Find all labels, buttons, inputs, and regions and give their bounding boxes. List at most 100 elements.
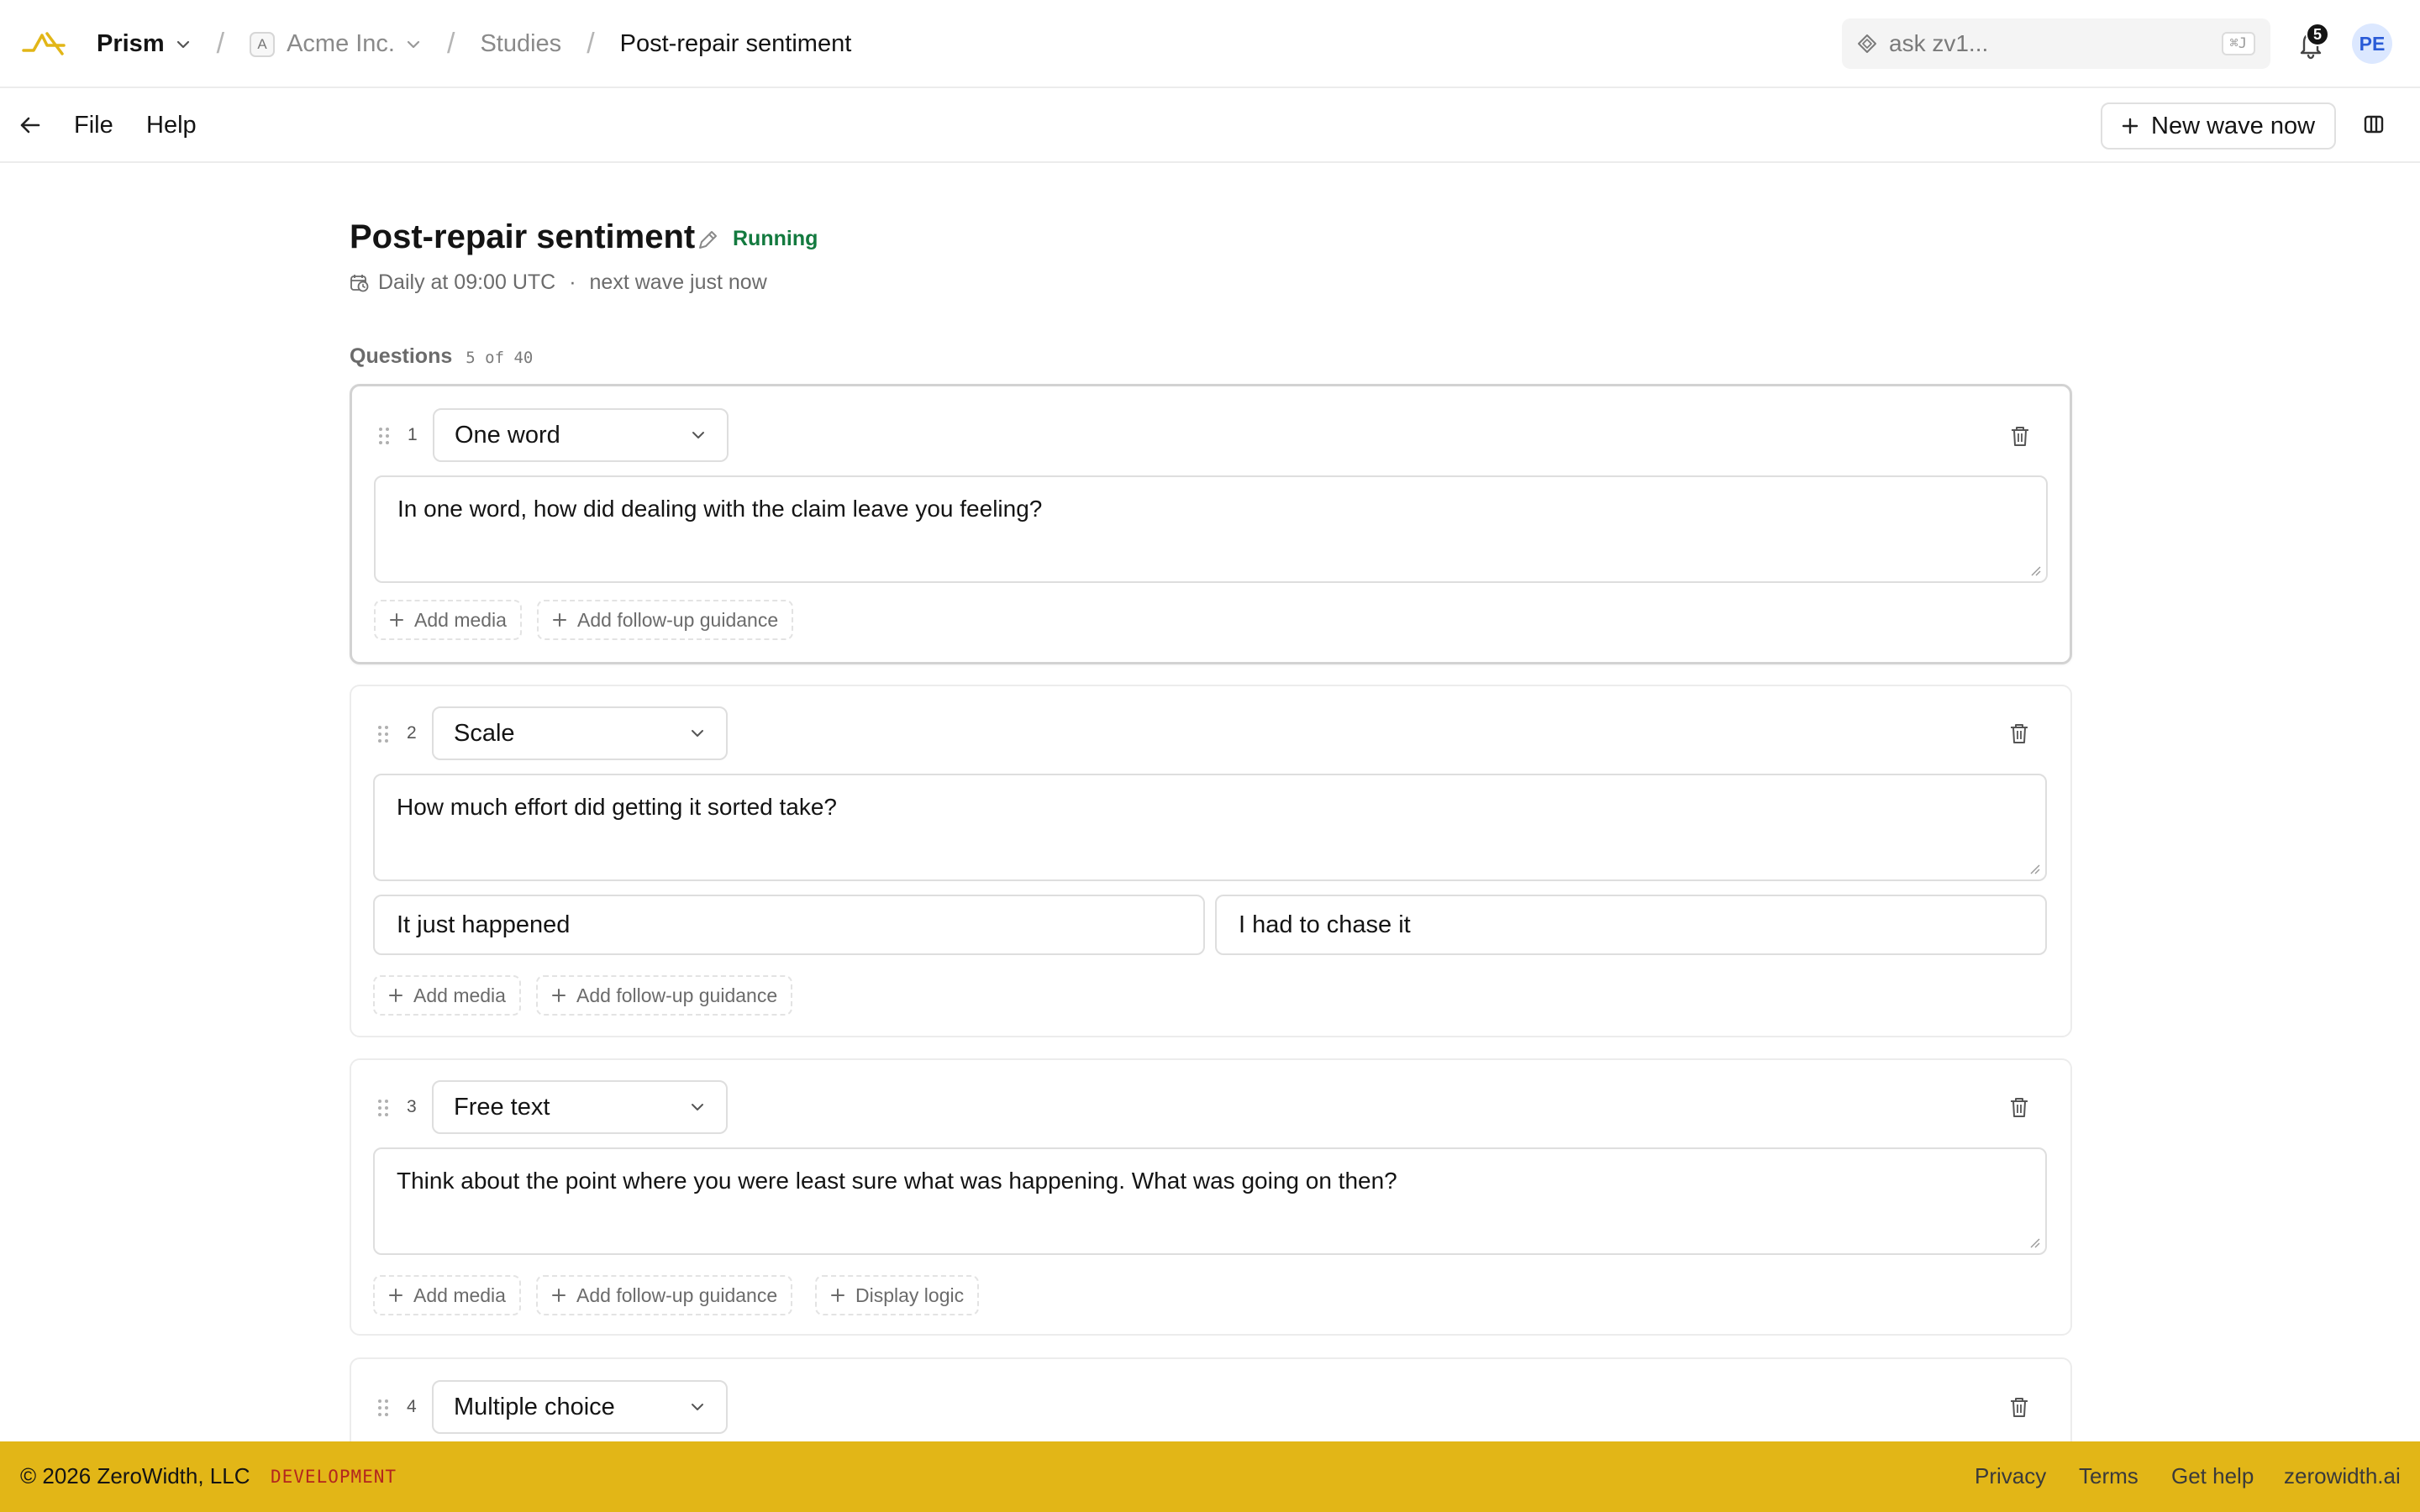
question-card-1[interactable]: 1 One word In one word, how did dealing …: [350, 384, 2072, 664]
add-follow-up-guidance-button[interactable]: Add follow-up guidance: [536, 1275, 793, 1315]
question-prompt-field[interactable]: In one word, how did dealing with the cl…: [374, 475, 2048, 583]
schedule-info: Daily at 09:00 UTC · next wave just now: [350, 270, 767, 295]
question-card-2[interactable]: 2 Scale How much effort did getting it s…: [350, 685, 2072, 1037]
add-media-button[interactable]: Add media: [374, 600, 522, 640]
breadcrumb-separator: /: [216, 28, 225, 60]
plus-icon: [552, 1289, 566, 1302]
next-wave-text: next wave just now: [589, 270, 767, 294]
notification-count-badge: 5: [2306, 23, 2329, 46]
question-card-3[interactable]: 3 Free text Think about the point where …: [350, 1058, 2072, 1336]
org-name: Acme Inc.: [287, 30, 395, 57]
breadcrumb-separator: /: [447, 28, 455, 60]
menu-file[interactable]: File: [74, 112, 113, 139]
chevron-down-icon: [407, 40, 420, 48]
display-logic-button[interactable]: Display logic: [815, 1275, 980, 1315]
add-follow-up-guidance-button[interactable]: Add follow-up guidance: [537, 600, 794, 640]
org-badge: A: [250, 31, 276, 57]
separator-dot: ·: [569, 270, 576, 294]
question-prompt-text: In one word, how did dealing with the cl…: [397, 496, 1043, 522]
environment-badge: DEVELOPMENT: [271, 1467, 397, 1487]
add-media-button[interactable]: Add media: [373, 975, 521, 1016]
question-type-select[interactable]: Multiple choice: [432, 1380, 728, 1434]
question-type-value: Scale: [454, 719, 515, 747]
question-type-select[interactable]: Scale: [432, 706, 728, 760]
add-media-button[interactable]: Add media: [373, 1275, 521, 1315]
plus-icon: [831, 1289, 844, 1302]
keyboard-shortcut: ⌘J: [2221, 32, 2255, 55]
add-follow-up-guidance-label: Add follow-up guidance: [576, 984, 778, 1006]
question-number: 2: [407, 723, 417, 743]
pencil-icon[interactable]: [696, 228, 719, 252]
scale-high-label-field[interactable]: I had to chase it: [1215, 895, 2047, 955]
plus-icon: [389, 1289, 402, 1302]
chevron-down-icon: [692, 1404, 703, 1410]
question-type-select[interactable]: One word: [433, 408, 729, 462]
question-type-value: Free text: [454, 1093, 550, 1121]
question-type-value: One word: [455, 421, 560, 449]
footer-link-get-help[interactable]: Get help: [2171, 1463, 2254, 1489]
footer-link-zerowidth[interactable]: zerowidth.ai: [2284, 1463, 2401, 1489]
footer: © 2026 ZeroWidth, LLC DEVELOPMENT Privac…: [0, 1441, 2420, 1512]
trash-icon[interactable]: [2007, 721, 2032, 746]
copyright: © 2026 ZeroWidth, LLC: [20, 1463, 250, 1488]
question-number: 1: [408, 425, 418, 444]
footer-link-terms[interactable]: Terms: [2079, 1463, 2139, 1489]
add-follow-up-guidance-button[interactable]: Add follow-up guidance: [536, 975, 793, 1016]
trash-icon[interactable]: [2007, 423, 2033, 449]
questions-label: Questions: [350, 344, 453, 368]
question-prompt-text: How much effort did getting it sorted ta…: [397, 794, 837, 820]
add-media-label: Add media: [414, 608, 507, 631]
breadcrumb-separator: /: [587, 28, 595, 60]
resize-grip-icon[interactable]: [2027, 1235, 2040, 1248]
zerowidth-logo-icon[interactable]: [22, 29, 66, 59]
app-switcher[interactable]: Prism: [97, 30, 192, 58]
menu-help[interactable]: Help: [146, 112, 197, 139]
display-logic-label: Display logic: [855, 1284, 965, 1306]
resize-grip-icon[interactable]: [2027, 861, 2040, 874]
ask-input[interactable]: ask zv1... ⌘J: [1842, 18, 2270, 69]
ask-placeholder: ask zv1...: [1889, 30, 1989, 56]
drag-handle-icon[interactable]: [376, 1098, 390, 1118]
app-name: Prism: [97, 30, 165, 57]
question-number: 3: [407, 1097, 417, 1116]
question-type-value: Multiple choice: [454, 1393, 615, 1420]
drag-handle-icon[interactable]: [376, 1398, 390, 1418]
status-badge: Running: [733, 227, 818, 250]
breadcrumb-studies[interactable]: Studies: [480, 30, 561, 58]
questions-count: 5 of 40: [466, 349, 534, 367]
plus-icon: [390, 613, 403, 627]
avatar[interactable]: PE: [2352, 24, 2392, 64]
plus-icon: [552, 989, 566, 1002]
diamond-sparkle-icon: [1858, 34, 1876, 53]
arrow-left-icon[interactable]: [17, 112, 44, 139]
question-number: 4: [407, 1397, 417, 1416]
question-prompt-field[interactable]: Think about the point where you were lea…: [373, 1147, 2047, 1255]
drag-handle-icon[interactable]: [377, 426, 391, 446]
chevron-down-icon: [692, 1104, 703, 1110]
breadcrumb-current: Post-repair sentiment: [619, 30, 852, 57]
plus-icon: [553, 613, 566, 627]
scale-high-label: I had to chase it: [1239, 911, 1411, 938]
chevron-down-icon: [692, 432, 704, 438]
trash-icon[interactable]: [2007, 1394, 2032, 1420]
org-switcher[interactable]: A Acme Inc.: [250, 30, 422, 58]
question-type-select[interactable]: Free text: [432, 1080, 728, 1134]
chevron-down-icon: [692, 730, 703, 737]
new-wave-button[interactable]: New wave now: [2101, 102, 2336, 150]
add-follow-up-guidance-label: Add follow-up guidance: [577, 608, 779, 631]
resize-grip-icon[interactable]: [2028, 563, 2041, 576]
chevron-down-icon: [176, 40, 189, 48]
trash-icon[interactable]: [2007, 1095, 2032, 1120]
breadcrumb: Prism / A Acme Inc. / Studies / Post-rep…: [97, 0, 851, 88]
drag-handle-icon[interactable]: [376, 724, 390, 744]
questions-header: Questions 5 of 40: [350, 344, 533, 369]
panel-toggle-icon[interactable]: [2363, 113, 2385, 135]
footer-link-privacy[interactable]: Privacy: [1975, 1463, 2046, 1489]
page-title: Post-repair sentiment: [350, 218, 696, 255]
question-prompt-field[interactable]: How much effort did getting it sorted ta…: [373, 774, 2047, 881]
schedule-text: Daily at 09:00 UTC: [378, 270, 556, 294]
new-wave-label: New wave now: [2151, 112, 2316, 139]
scale-low-label-field[interactable]: It just happened: [373, 895, 1205, 955]
scale-low-label: It just happened: [397, 911, 571, 938]
calendar-clock-icon: [350, 274, 369, 291]
